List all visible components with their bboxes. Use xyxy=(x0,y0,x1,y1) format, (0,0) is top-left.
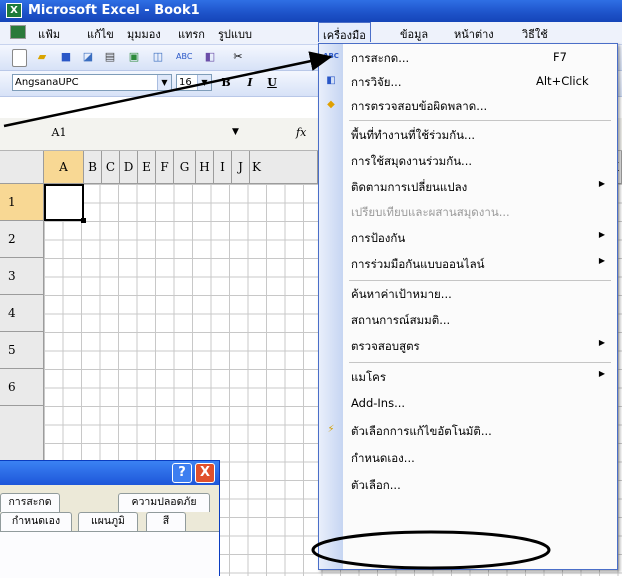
callout-ellipse xyxy=(311,530,551,570)
callout-arrow xyxy=(3,51,333,128)
annotation-overlay xyxy=(3,51,551,570)
